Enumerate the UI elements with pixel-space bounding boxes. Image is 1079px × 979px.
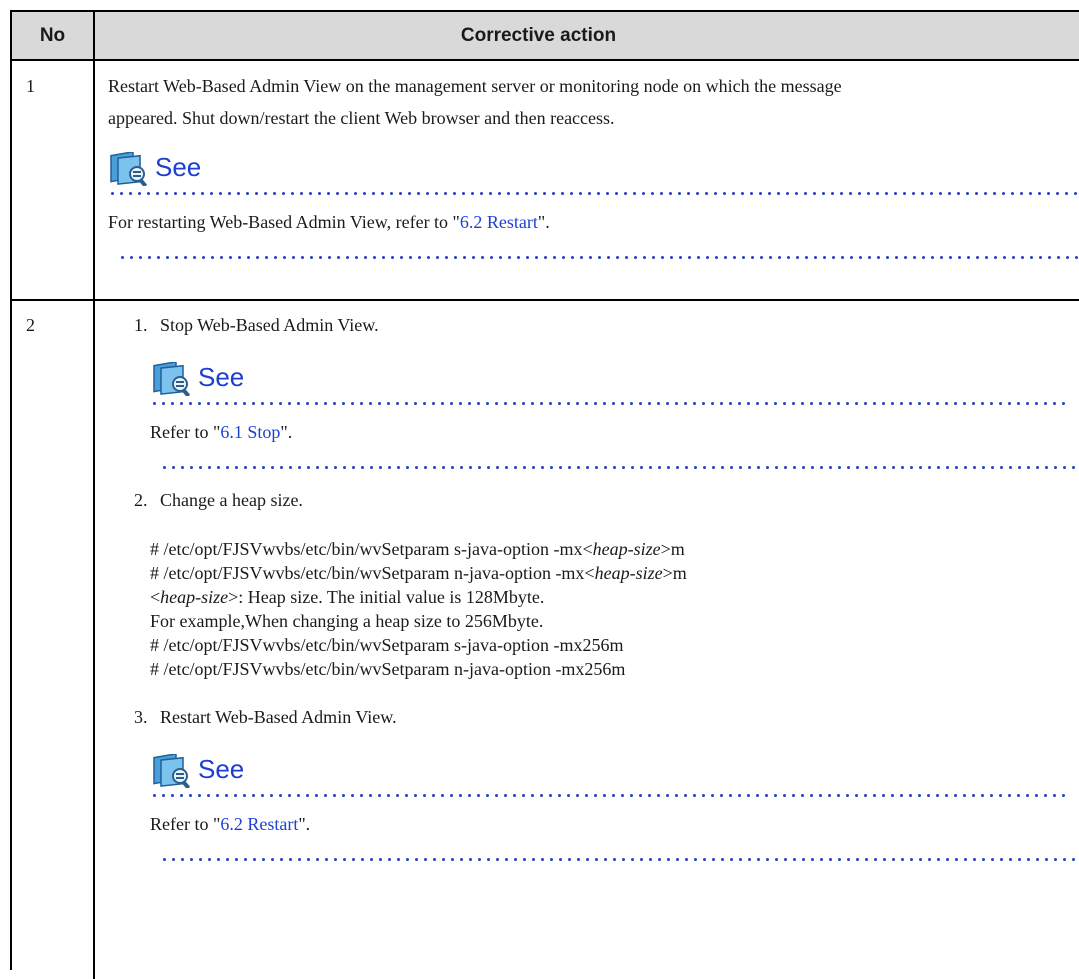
header-corrective-action: Corrective action	[460, 25, 617, 46]
example-text: For example,When changing a heap size to…	[150, 611, 544, 631]
dotted-separator	[118, 256, 1079, 259]
dotted-separator	[108, 192, 1079, 195]
command-line: # /etc/opt/FJSVwvbs/etc/bin/wvSetparam s…	[150, 635, 624, 655]
header-no: No	[12, 12, 95, 59]
step-2-text: Change a heap size.	[160, 490, 303, 510]
dotted-separator	[150, 794, 1070, 797]
row-2-no: 2	[26, 315, 35, 335]
command-line: # /etc/opt/FJSVwvbs/etc/bin/wvSetparam n…	[150, 659, 626, 679]
row-1-reference: For restarting Web-Based Admin View, ref…	[108, 212, 550, 232]
link-6-1-stop[interactable]: 6.1 Stop	[220, 422, 280, 442]
link-6-2-restart[interactable]: 6.2 Restart	[460, 212, 538, 232]
see-book-icon	[109, 150, 149, 188]
dotted-separator	[160, 858, 1079, 861]
step-1-text: Stop Web-Based Admin View.	[160, 315, 379, 335]
step-1-number: 1.	[134, 315, 148, 335]
command-line: # /etc/opt/FJSVwvbs/etc/bin/wvSetparam n…	[150, 563, 687, 583]
step-1-reference: Refer to "6.1 Stop".	[150, 422, 293, 442]
corrective-action-table: No Corrective action 1 Restart Web-Based…	[10, 10, 1079, 979]
heap-size-note: <heap-size>: Heap size. The initial valu…	[150, 587, 545, 607]
command-line: # /etc/opt/FJSVwvbs/etc/bin/wvSetparam s…	[150, 539, 685, 559]
row-1-no: 1	[26, 76, 35, 96]
dotted-separator	[160, 466, 1079, 469]
see-heading: See	[198, 754, 245, 784]
table-header: No Corrective action	[12, 12, 1079, 61]
link-6-2-restart[interactable]: 6.2 Restart	[220, 814, 298, 834]
row-1-line-2: appeared. Shut down/restart the client W…	[108, 108, 615, 128]
column-divider	[93, 59, 95, 979]
step-2-number: 2.	[134, 490, 148, 510]
row-1-line-1: Restart Web-Based Admin View on the mana…	[108, 76, 842, 96]
row-divider	[12, 299, 1079, 301]
see-book-icon	[152, 360, 192, 398]
dotted-separator	[150, 402, 1070, 405]
see-book-icon	[152, 752, 192, 790]
see-heading: See	[155, 152, 202, 182]
step-3-number: 3.	[134, 707, 148, 727]
step-3-text: Restart Web-Based Admin View.	[160, 707, 397, 727]
step-3-reference: Refer to "6.2 Restart".	[150, 814, 311, 834]
see-heading: See	[198, 362, 245, 392]
